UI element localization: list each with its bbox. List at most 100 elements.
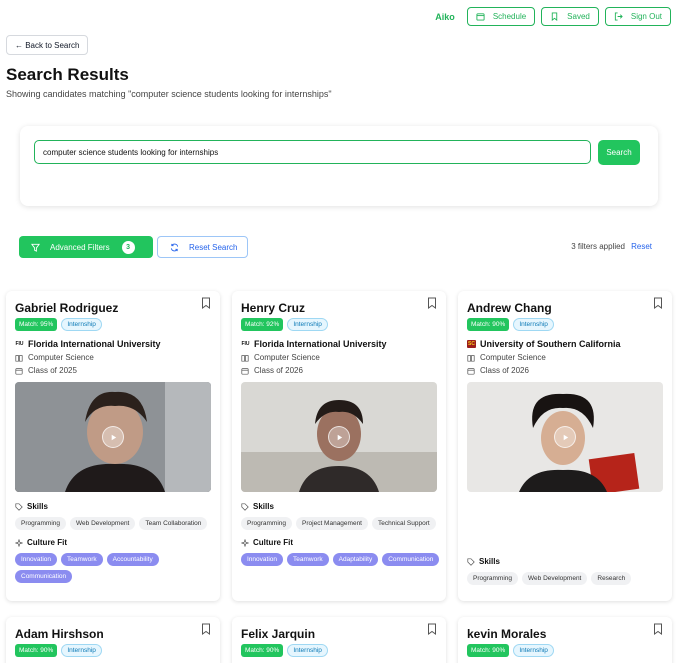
calendar-icon [467,367,475,375]
culture-tag: Innovation [15,553,57,566]
brand-name: Aiko [435,11,455,22]
bookmark-icon [551,12,558,21]
major: Computer Science [15,353,94,362]
major: Computer Science [467,353,546,362]
candidate-card[interactable]: Adam Hirshson Match: 90% Internship [6,617,220,663]
advanced-filters-label: Advanced Filters [50,242,110,252]
sign-out-button[interactable]: Sign Out [604,7,671,26]
major: Computer Science [241,353,320,362]
match-badge: Match: 92% [241,318,284,331]
skills-label: Skills [253,502,274,511]
reset-search-button[interactable]: Reset Search [157,236,248,258]
filter-count-badge: 3 [121,240,135,254]
skill-tag: Programming [15,517,67,530]
candidate-card[interactable]: Henry Cruz Match: 92% Internship FIU Flo… [232,291,446,601]
internship-badge: Internship [61,318,102,331]
culture-tag: Accountability [106,553,159,566]
candidate-card[interactable]: Felix Jarquin Match: 90% Internship [232,617,446,663]
culture-tags: Innovation Teamwork Adaptability Communi… [241,553,441,566]
filters-applied-text: 3 filters applied [571,242,625,251]
skills-tags: Programming Web Development Research [467,572,667,585]
bookmark-icon[interactable] [201,623,211,635]
refresh-icon [170,243,179,251]
major-text: Computer Science [254,353,320,362]
university-name: University of Southern California [480,339,621,349]
schedule-button[interactable]: Schedule [466,7,536,26]
internship-badge: Internship [513,644,554,657]
match-badge: Match: 95% [15,318,58,331]
sign-out-icon [614,12,623,21]
video-preview[interactable] [15,382,211,492]
bookmark-icon[interactable] [427,297,437,309]
skill-tag: Web Development [522,572,588,585]
class-year-text: Class of 2025 [28,366,77,375]
play-button[interactable] [328,426,350,448]
play-button[interactable] [554,426,576,448]
class-year-text: Class of 2026 [480,366,529,375]
candidate-card[interactable]: kevin Morales Match: 90% Internship [458,617,672,663]
sign-out-label: Sign Out [630,12,662,21]
skills-heading: Skills [467,557,500,566]
top-nav: Aiko Schedule Saved Sign Out [435,7,671,26]
play-button[interactable] [102,426,124,448]
bookmark-icon[interactable] [653,297,663,309]
sparkle-icon [15,538,23,547]
skills-label: Skills [479,557,500,566]
reset-filters-link[interactable]: Reset [631,242,652,251]
skill-tag: Team Collaboration [139,517,208,530]
culture-tag: Teamwork [61,553,103,566]
skills-heading: Skills [241,502,274,511]
university: FIU Florida International University [15,339,160,349]
video-preview[interactable] [467,382,663,492]
tag-icon [467,557,475,566]
culture-fit-label: Culture Fit [253,538,293,547]
skills-tags: Programming Project Management Technical… [241,517,441,530]
culture-tag: Innovation [241,553,283,566]
culture-tag: Teamwork [287,553,329,566]
internship-badge: Internship [287,644,328,657]
filter-bar: Advanced Filters 3 Reset Search 3 filter… [19,236,659,258]
play-icon [563,434,568,440]
university: FIU Florida International University [241,339,387,349]
university-name: Florida International University [254,339,387,349]
skill-tag: Technical Support [372,517,436,530]
culture-tag: Communication [15,570,73,583]
saved-label: Saved [567,12,590,21]
university-logo: FIU [15,341,24,347]
major-text: Computer Science [480,353,546,362]
culture-tag: Adaptability [332,553,379,566]
candidate-name: Gabriel Rodriguez [15,301,119,315]
saved-button[interactable]: Saved [541,7,599,26]
search-input[interactable]: computer science students looking for in… [34,140,591,164]
book-icon [15,354,23,362]
class-year-text: Class of 2026 [254,366,303,375]
page-title: Search Results [6,65,129,84]
candidate-name: Felix Jarquin [241,627,316,641]
bookmark-icon[interactable] [427,623,437,635]
culture-tag: Communication [382,553,440,566]
skill-tag: Programming [241,517,293,530]
back-to-search-button[interactable]: ← Back to Search [6,35,89,55]
bookmark-icon[interactable] [201,297,211,309]
schedule-label: Schedule [492,12,527,21]
calendar-icon [15,367,23,375]
internship-badge: Internship [513,318,554,331]
advanced-filters-button[interactable]: Advanced Filters 3 [19,236,153,258]
university-logo: SC [467,340,476,348]
match-badge: Match: 90% [467,644,510,657]
candidate-card[interactable]: Gabriel Rodriguez Match: 95% Internship … [6,291,220,601]
skills-tags: Programming Web Development Team Collabo… [15,517,215,530]
university-logo: FIU [241,341,250,347]
book-icon [467,354,475,362]
tag-icon [15,502,23,511]
candidate-card[interactable]: Andrew Chang Match: 90% Internship SC Un… [458,291,672,601]
bookmark-icon[interactable] [653,623,663,635]
search-button[interactable]: Search [598,140,640,165]
page-subtitle: Showing candidates matching "computer sc… [6,89,332,99]
major-text: Computer Science [28,353,94,362]
video-preview[interactable] [241,382,437,492]
book-icon [241,354,249,362]
class-year: Class of 2026 [241,366,303,375]
skill-tag: Project Management [296,517,368,530]
search-panel: computer science students looking for in… [20,126,658,206]
